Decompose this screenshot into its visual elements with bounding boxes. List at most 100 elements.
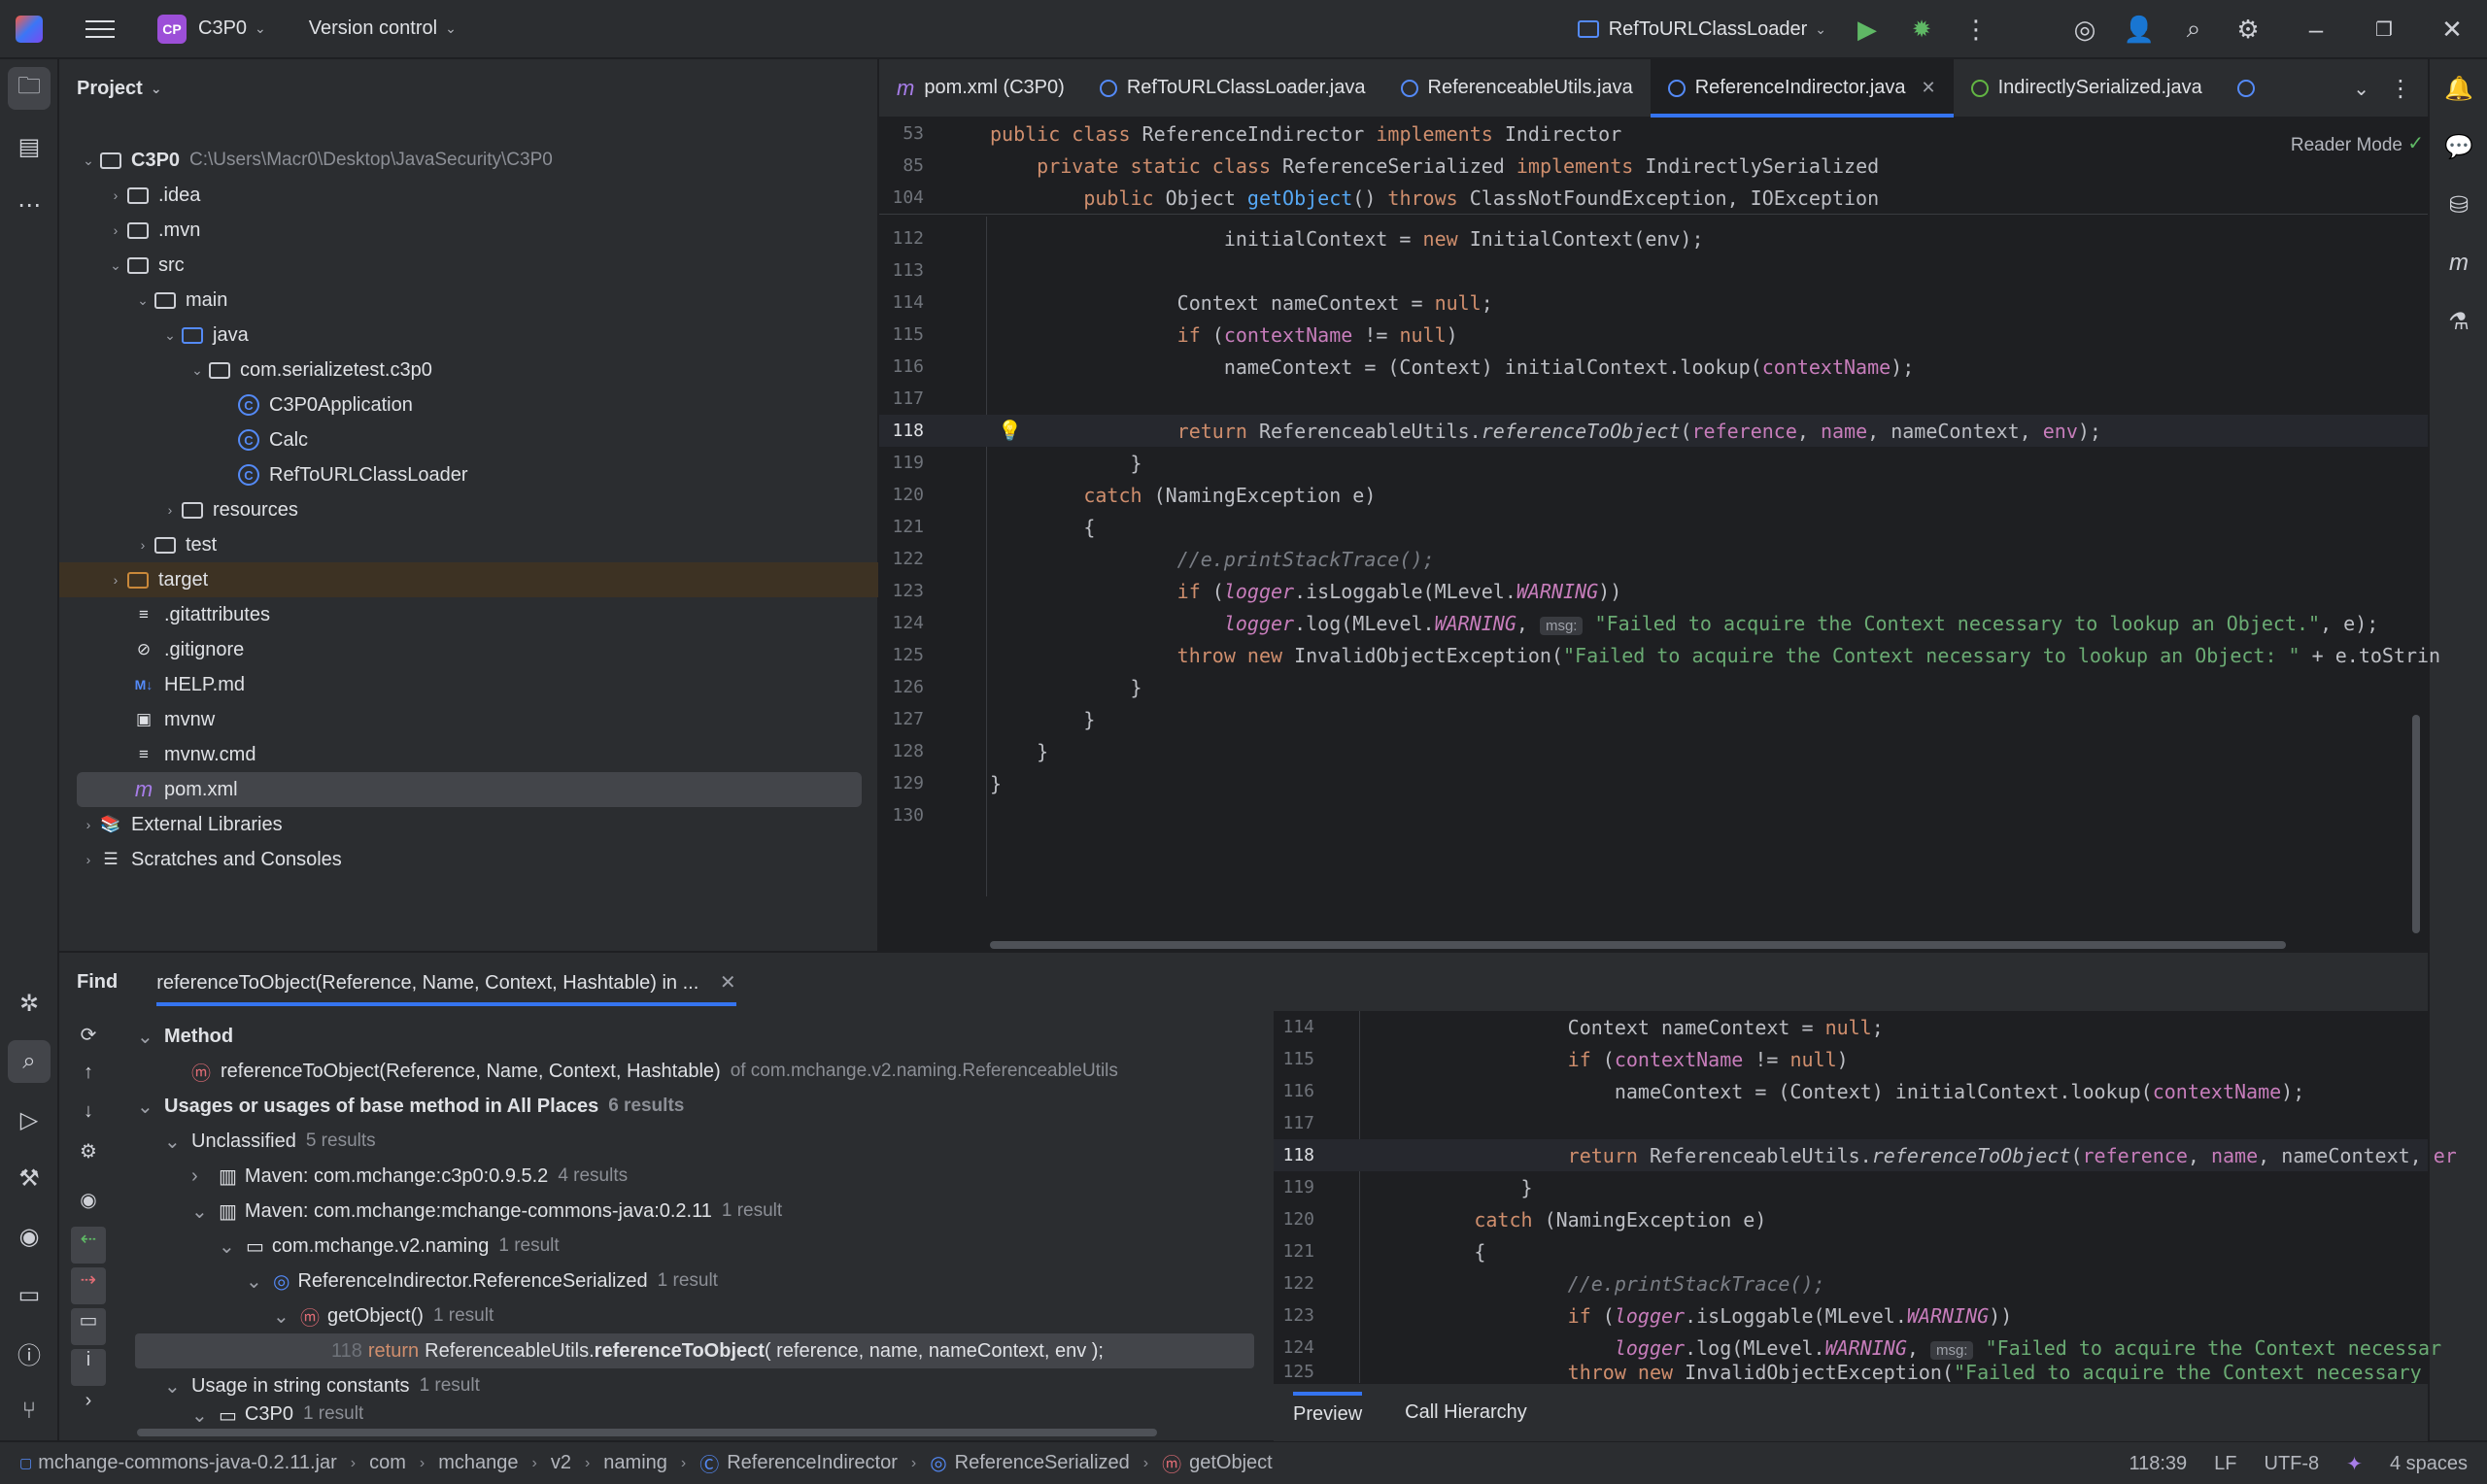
code-line[interactable]: 112 initialContext = new InitialContext(… [879,222,2428,254]
chevron-down-icon[interactable]: ⌄ [137,1095,156,1119]
chevron-down-icon[interactable]: ⌄ [79,152,98,169]
sticky-line[interactable]: 85 private static class ReferenceSeriali… [879,150,2428,182]
chevron-down-icon[interactable]: ⌄ [160,327,180,344]
reader-mode-button[interactable]: Reader Mode [2291,135,2402,156]
project-switcher[interactable]: C3P0 ⌄ [198,0,266,58]
breadcrumb-item[interactable]: com [369,1452,406,1474]
code-line[interactable]: 120 catch (NamingException e) [879,479,2428,511]
find-horizontal-scrollbar[interactable] [137,1429,1157,1436]
search-icon[interactable]: ⌕ [2166,0,2221,58]
sticky-line[interactable]: 104 public Object getObject() throws Cla… [879,182,2428,214]
code-area[interactable]: 112 initialContext = new InitialContext(… [879,217,2440,896]
chevron-down-icon[interactable]: ⌄ [191,1403,211,1423]
ai-assistant-icon[interactable]: ◎ [2058,0,2112,58]
find-node[interactable]: ⌄ ▭ com.mchange.v2.naming 1 result [219,1229,560,1264]
chevron-down-icon[interactable]: ⌄ [273,1304,292,1329]
tab-preview[interactable]: Preview [1293,1392,1363,1433]
endpoints-icon[interactable]: ⚗ [2437,300,2480,343]
breadcrumb-item[interactable]: v2 [551,1452,571,1474]
vcs-menu[interactable]: Version control ⌄ [309,0,457,58]
file-encoding[interactable]: UTF-8 [2265,1453,2320,1475]
chevron-right-icon[interactable]: › [79,817,98,832]
structure-icon[interactable]: ▤ [8,125,51,168]
tree-item[interactable]: ≡ mvnw.cmd [59,737,878,772]
sticky-line[interactable]: 53 public class ReferenceIndirector impl… [879,118,2428,150]
tree-item[interactable]: M↓ HELP.md [59,667,878,702]
run-config-selector[interactable]: RefToURLClassLoader ⌄ [1577,0,1826,58]
find-group-usages[interactable]: ⌄ Usages or usages of base method in All… [137,1089,684,1124]
chevron-right-icon[interactable]: › [133,537,153,553]
build-icon[interactable]: ⚒ [8,1157,51,1199]
find-usage-row[interactable]: 118 return ReferenceableUtils. reference… [135,1333,1254,1368]
chevron-right-icon[interactable]: › [191,1165,211,1188]
tab-referenceindirector[interactable]: ReferenceIndirector.java ✕ [1650,58,1954,118]
chevron-down-icon[interactable]: ⌄ [164,1130,184,1154]
code-line[interactable]: 116 nameContext = (Context) initialConte… [879,351,2428,383]
tree-item[interactable]: ⌄ main [59,283,878,318]
vertical-scrollbar[interactable] [2412,715,2420,933]
tab-overflow[interactable] [2220,59,2282,118]
info-icon[interactable]: i [71,1349,106,1386]
code-line[interactable]: 115 if (contextName != null) [879,319,2428,351]
more-icon[interactable]: ⋮ [1949,0,2003,58]
close-icon[interactable]: ✕ [2425,0,2479,58]
project-badge[interactable]: CP [157,14,187,44]
find-node[interactable]: ⌄ Unclassified 5 results [164,1124,376,1159]
main-menu-icon[interactable] [85,19,115,38]
tabs-more-icon[interactable]: ⋮ [2389,59,2412,118]
chevron-right-icon[interactable]: › [106,187,125,203]
gear-icon[interactable]: ⚙ [2221,0,2275,58]
debug-tool-icon[interactable]: ✲ [8,982,51,1025]
tab-referenceableutils[interactable]: ReferenceableUtils.java [1383,59,1651,118]
preview-icon[interactable]: ◉ [71,1188,106,1227]
chevron-down-icon[interactable]: ⌄ [219,1234,238,1259]
code-line[interactable]: 122 //e.printStackTrace(); [879,543,2428,575]
breadcrumb-item[interactable]: mchange [438,1452,518,1474]
code-line[interactable]: 113 [879,254,2428,287]
code-line-current[interactable]: 118 💡 return ReferenceableUtils.referenc… [879,415,2428,447]
tree-item[interactable]: › .mvn [59,213,878,248]
folder-icon[interactable]: 🗀 [8,67,51,110]
code-line[interactable]: 117 [879,383,2428,415]
chevron-down-icon[interactable]: ⌄ [191,1199,211,1224]
breadcrumb-item[interactable]: mchange-commons-java-0.2.11.jar [38,1452,337,1474]
line-separator[interactable]: LF [2214,1453,2236,1475]
tab-pom-xml[interactable]: m pom.xml (C3P0) [879,59,1082,118]
tree-item[interactable]: › resources [59,492,878,527]
tree-item[interactable]: ⌄ com.serializetest.c3p0 [59,353,878,388]
run-icon[interactable]: ▶ [1840,0,1894,58]
settings-icon[interactable]: ⚙ [71,1139,106,1188]
tree-item[interactable]: › target [59,562,878,597]
project-panel-header[interactable]: Project ⌄ [59,59,877,118]
more-tools-icon[interactable]: ⋯ [8,184,51,226]
code-line[interactable]: 121 { [879,511,2428,543]
code-line[interactable]: 128 } [879,735,2428,767]
breadcrumb-item[interactable]: ReferenceIndirector [727,1452,898,1474]
find-node[interactable]: ⌄ ▭ C3P0 1 result [191,1403,363,1423]
find-tab[interactable]: referenceToObject(Reference, Name, Conte… [156,959,736,1006]
tab-call-hierarchy[interactable]: Call Hierarchy [1405,1401,1527,1424]
notifications-icon[interactable]: 🔔 [2437,67,2480,110]
tree-item[interactable]: › .idea [59,178,878,213]
code-line[interactable]: 119 } [879,447,2428,479]
indent-setting[interactable]: 4 spaces [2390,1453,2468,1475]
find-node[interactable]: ⌄ ⓜ getObject() 1 result [273,1298,494,1333]
tree-item[interactable]: › test [59,527,878,562]
arrow-down-icon[interactable]: ↓ [71,1100,106,1139]
terminal-icon[interactable]: ▭ [8,1273,51,1316]
chevron-down-icon[interactable]: ⌄ [164,1374,184,1399]
tree-item[interactable]: › 📚 External Libraries [59,807,878,842]
find-node[interactable]: ⌄ ▥ Maven: com.mchange:mchange-commons-j… [191,1194,782,1229]
tree-item[interactable]: › ☰ Scratches and Consoles [59,842,878,877]
tree-item[interactable]: ▣ mvnw [59,702,878,737]
add-user-icon[interactable]: 👤 [2112,0,2166,58]
arrow-up-icon[interactable]: ↑ [71,1062,106,1100]
chevron-right-icon[interactable]: › [106,222,125,238]
caret-position[interactable]: 118:39 [2129,1453,2187,1475]
chevron-right-icon[interactable]: › [160,502,180,518]
tree-root[interactable]: ⌄ C3P0 C:\Users\Macr0\Desktop\JavaSecuri… [59,143,878,178]
tree-item[interactable]: ⊘ .gitignore [59,632,878,667]
tree-item[interactable]: ⌄ java [59,318,878,353]
close-icon[interactable]: ✕ [720,972,736,994]
minimize-icon[interactable]: – [2289,0,2343,58]
